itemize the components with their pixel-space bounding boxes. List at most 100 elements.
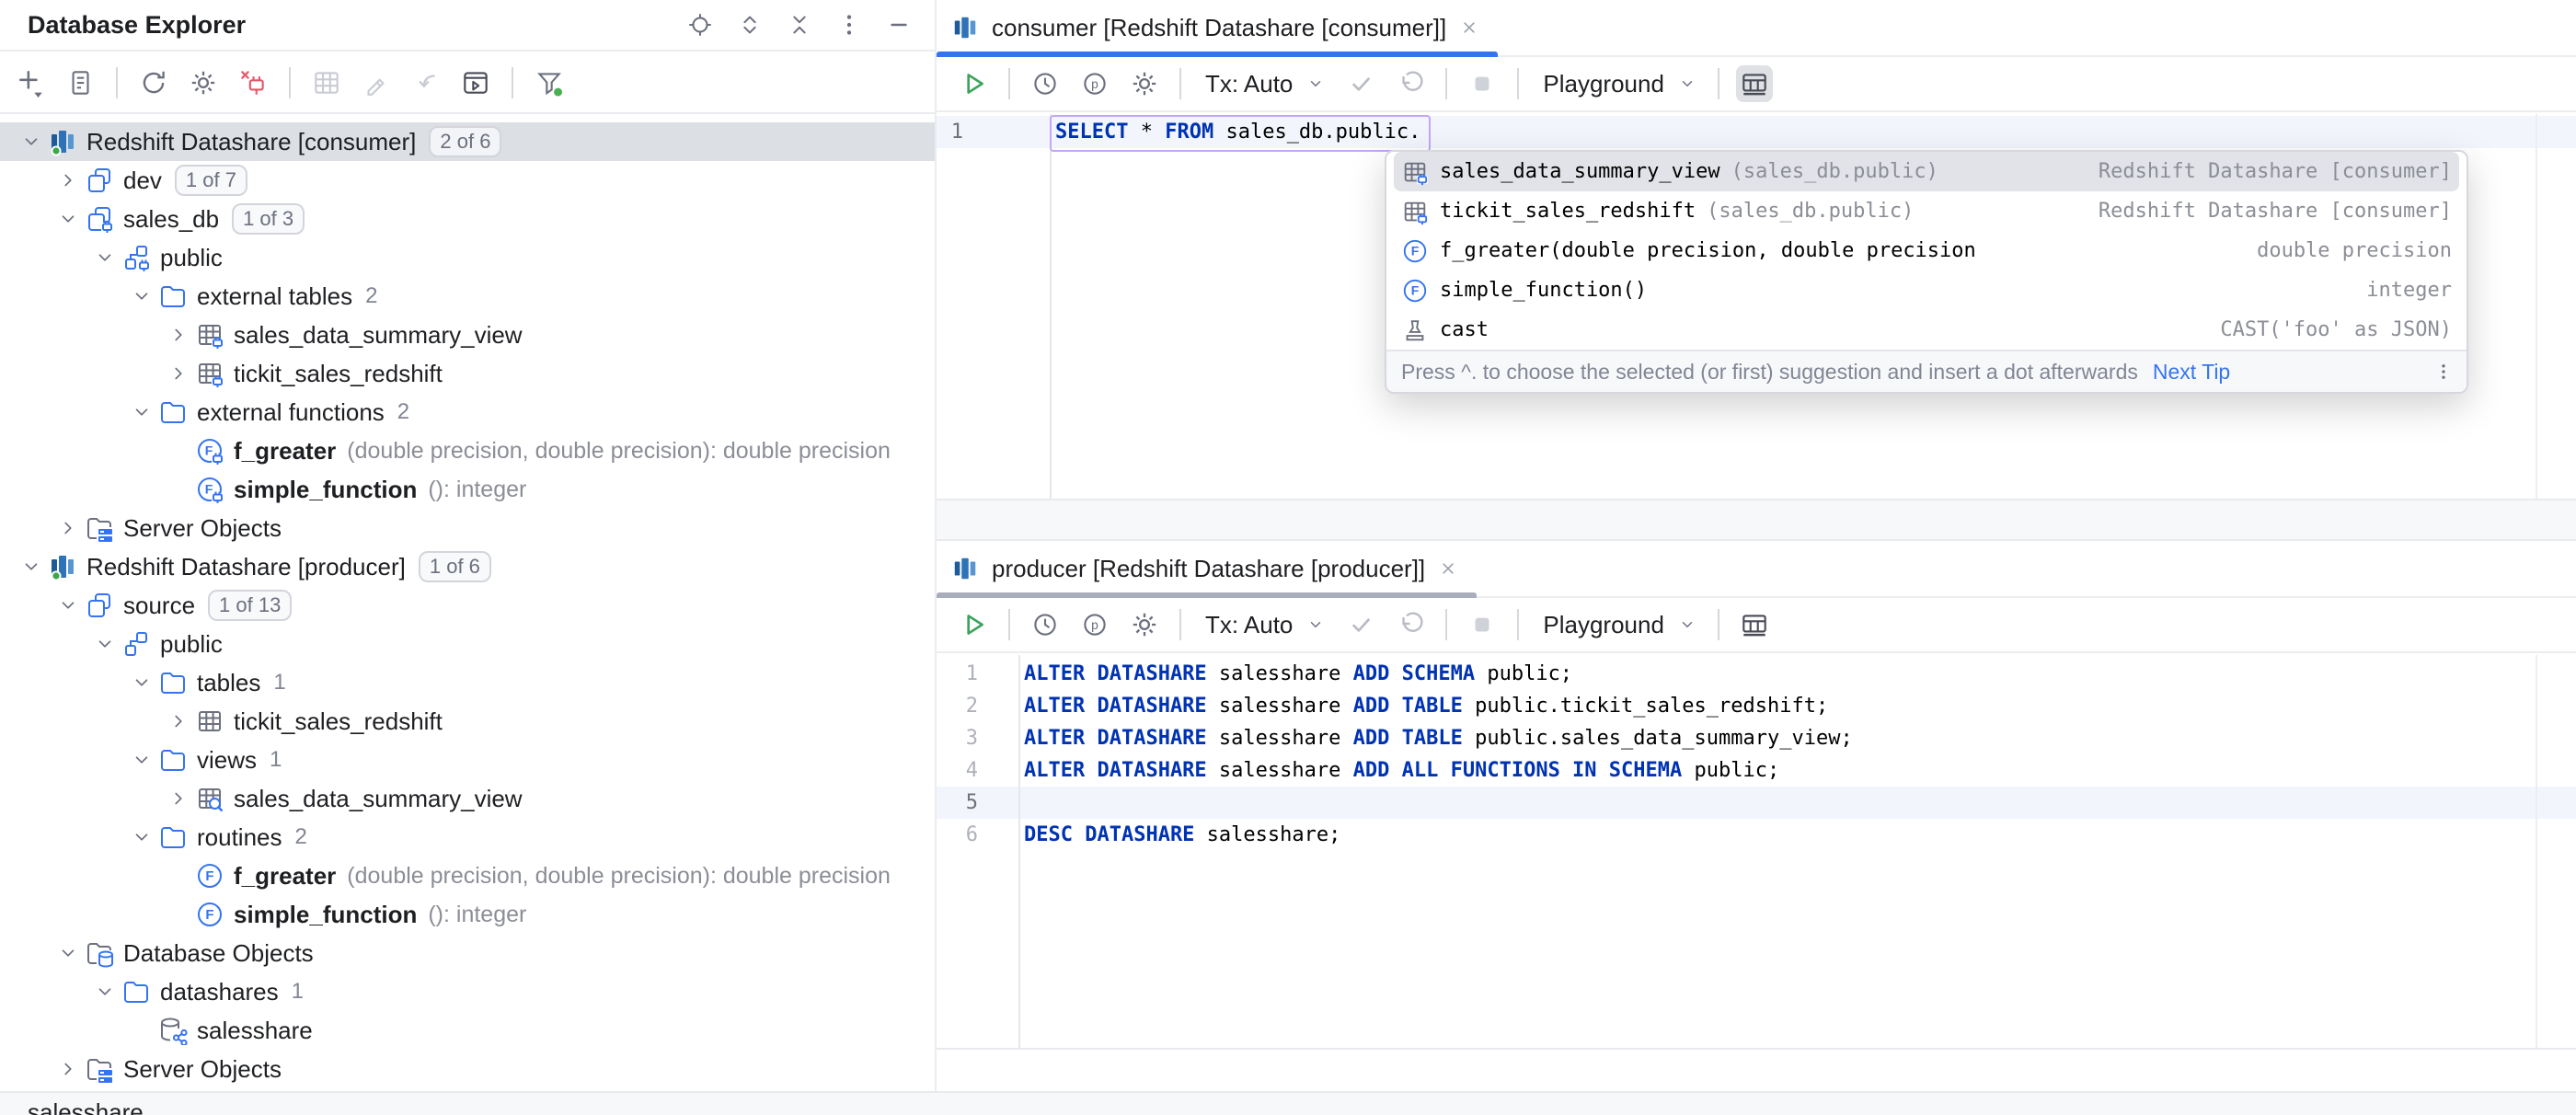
tree-item-tickit-sales-redshift[interactable]: tickit_sales_redshift — [0, 702, 935, 741]
add-button[interactable] — [13, 65, 48, 100]
run-button[interactable] — [955, 606, 992, 643]
chevron-down-icon[interactable] — [1307, 75, 1324, 92]
close-icon[interactable] — [1459, 17, 1479, 38]
tree-item-f-greater[interactable]: Ff_greater(double precision, double prec… — [0, 856, 935, 895]
tree-expander[interactable] — [55, 595, 81, 615]
rollback-button[interactable] — [1392, 65, 1429, 102]
tree-item-views[interactable]: views1 — [0, 741, 935, 779]
completion-item-simple_function-[interactable]: Fsimple_function()integer — [1394, 270, 2459, 310]
editor-producer[interactable]: 123456ALTER DATASHARE salesshare ADD SCH… — [937, 655, 2576, 1048]
tree-expander[interactable] — [18, 557, 44, 577]
close-icon[interactable] — [1438, 558, 1458, 579]
completion-item-sales_data_summary_view[interactable]: sales_data_summary_view(sales_db.public)… — [1394, 152, 2459, 191]
tree-item-public[interactable]: public — [0, 625, 935, 663]
code-line[interactable]: ALTER DATASHARE salesshare ADD TABLE pub… — [1024, 722, 1853, 754]
editor-splitter[interactable] — [937, 499, 2576, 541]
tree-expander[interactable] — [92, 247, 118, 268]
filter-button[interactable] — [532, 65, 567, 100]
tree-expander[interactable] — [166, 788, 191, 809]
properties-button[interactable] — [63, 65, 98, 100]
tree-item-f-greater[interactable]: Ff_greater(double precision, double prec… — [0, 431, 935, 470]
tree-item-public[interactable]: public — [0, 238, 935, 277]
tree-expander[interactable] — [166, 711, 191, 731]
settings-button[interactable] — [1126, 65, 1163, 102]
chevron-down-icon[interactable] — [1307, 616, 1324, 633]
tree-expander[interactable] — [55, 209, 81, 229]
tree-item-datashares[interactable]: datashares1 — [0, 972, 935, 1011]
commit-button[interactable] — [1342, 606, 1379, 643]
clock-button[interactable] — [1027, 606, 1064, 643]
clock-button[interactable] — [1027, 65, 1064, 102]
collapse-all-button[interactable] — [784, 9, 815, 40]
p-circle-button[interactable]: p — [1076, 606, 1113, 643]
tab-consumer[interactable]: consumer [Redshift Datashare [consumer]] — [937, 0, 1498, 55]
tab-producer[interactable]: producer [Redshift Datashare [producer]] — [937, 541, 1477, 596]
code-line[interactable]: SELECT * FROM sales_db.public. — [1055, 116, 1420, 148]
hide-button[interactable] — [883, 9, 914, 40]
stop-button[interactable] — [1464, 65, 1501, 102]
tree-expander[interactable] — [129, 750, 155, 770]
tree-item-database-objects[interactable]: Database Objects — [0, 934, 935, 972]
tree-expander[interactable] — [55, 943, 81, 963]
tree-item-simple-function[interactable]: Fsimple_function(): integer — [0, 470, 935, 509]
tree-expander[interactable] — [166, 363, 191, 384]
rollback-button[interactable] — [1392, 606, 1429, 643]
p-circle-button[interactable]: p — [1076, 65, 1113, 102]
more-button[interactable] — [834, 9, 865, 40]
stop-button[interactable] — [1464, 606, 1501, 643]
run-button[interactable] — [955, 65, 992, 102]
tree-item-routines[interactable]: routines2 — [0, 818, 935, 856]
tree-expander[interactable] — [18, 132, 44, 152]
tree-item-sales-db[interactable]: sales_db1 of 3 — [0, 200, 935, 238]
tree-expander[interactable] — [129, 286, 155, 306]
tree-expander[interactable] — [92, 634, 118, 654]
chevron-down-icon[interactable] — [1679, 616, 1696, 633]
tree-item-server-objects[interactable]: Server Objects — [0, 509, 935, 547]
console-button[interactable] — [458, 65, 493, 100]
session-dropdown[interactable]: Playground — [1543, 611, 1664, 639]
code-line[interactable]: ALTER DATASHARE salesshare ADD TABLE pub… — [1024, 690, 1828, 722]
code-line[interactable]: ALTER DATASHARE salesshare ADD SCHEMA pu… — [1024, 658, 1572, 690]
expand-all-button[interactable] — [734, 9, 765, 40]
grid-results-button[interactable] — [1736, 65, 1773, 102]
settings-button[interactable] — [1126, 606, 1163, 643]
tree-expander[interactable] — [166, 325, 191, 345]
disconnect-button[interactable] — [236, 65, 270, 100]
tree-expander[interactable] — [92, 982, 118, 1002]
code-line[interactable]: ALTER DATASHARE salesshare ADD ALL FUNCT… — [1024, 754, 1779, 787]
tree-item-simple-function[interactable]: Fsimple_function(): integer — [0, 895, 935, 934]
tree-item-external-tables[interactable]: external tables2 — [0, 277, 935, 316]
settings-button[interactable] — [186, 65, 221, 100]
tree-item-redshift-datashare-consumer-[interactable]: Redshift Datashare [consumer]2 of 6 — [0, 122, 935, 161]
tx-mode-dropdown[interactable]: Tx: Auto — [1205, 611, 1293, 639]
code-line[interactable]: DESC DATASHARE salesshare; — [1024, 819, 1340, 851]
tree-expander[interactable] — [55, 518, 81, 538]
tree-expander[interactable] — [129, 672, 155, 693]
tree-item-dev[interactable]: dev1 of 7 — [0, 161, 935, 200]
tree-item-redshift-datashare-producer-[interactable]: Redshift Datashare [producer]1 of 6 — [0, 547, 935, 586]
completion-item-cast[interactable]: castCAST('foo' as JSON) — [1394, 310, 2459, 350]
tree-item-salesshare[interactable]: salesshare — [0, 1011, 935, 1050]
completion-item-f_greater-double-precision-double-precision[interactable]: Ff_greater(double precision, double prec… — [1394, 231, 2459, 270]
chevron-down-icon[interactable] — [1679, 75, 1696, 92]
refresh-button[interactable] — [136, 65, 171, 100]
tree-item-external-functions[interactable]: external functions2 — [0, 393, 935, 431]
session-dropdown[interactable]: Playground — [1543, 70, 1664, 98]
tree-item-source[interactable]: source1 of 13 — [0, 586, 935, 625]
tree-item-tables[interactable]: tables1 — [0, 663, 935, 702]
locate-button[interactable] — [684, 9, 716, 40]
tree-expander[interactable] — [129, 402, 155, 422]
tree-item-server-objects[interactable]: Server Objects — [0, 1050, 935, 1088]
tree-expander[interactable] — [55, 170, 81, 190]
tree-item-tickit-sales-redshift[interactable]: tickit_sales_redshift — [0, 354, 935, 393]
grid-results-button[interactable] — [1736, 606, 1773, 643]
completion-item-tickit_sales_redshift[interactable]: tickit_sales_redshift(sales_db.public)Re… — [1394, 191, 2459, 231]
commit-button[interactable] — [1342, 65, 1379, 102]
tree-expander[interactable] — [129, 827, 155, 847]
next-tip-link[interactable]: Next Tip — [2153, 360, 2230, 385]
kebab-icon[interactable] — [2433, 362, 2454, 382]
tx-mode-dropdown[interactable]: Tx: Auto — [1205, 70, 1293, 98]
tree-item-sales-data-summary-view[interactable]: sales_data_summary_view — [0, 779, 935, 818]
tree-item-sales-data-summary-view[interactable]: sales_data_summary_view — [0, 316, 935, 354]
tree-expander[interactable] — [55, 1059, 81, 1079]
